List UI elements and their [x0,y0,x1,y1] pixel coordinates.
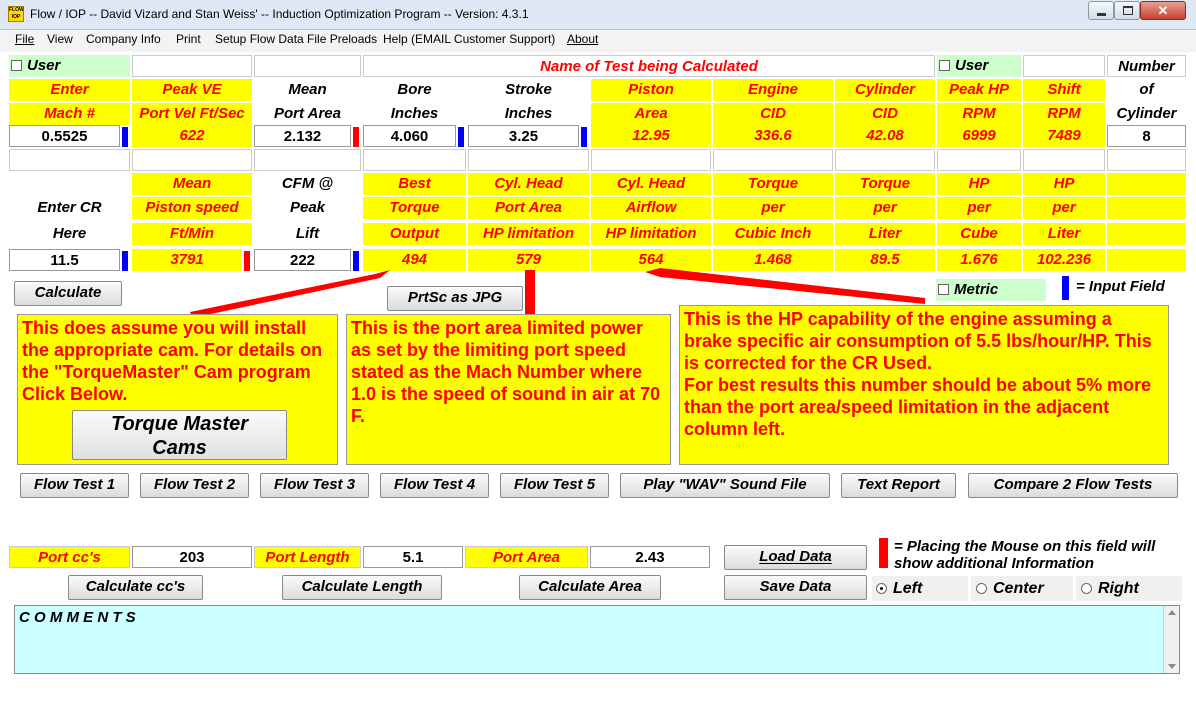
radio-icon [876,583,887,594]
text-report-button[interactable]: Text Report [841,473,956,498]
flow-test-5-button[interactable]: Flow Test 5 [500,473,609,498]
align-left-radio[interactable]: Left [872,576,968,601]
radio-icon [1081,583,1092,594]
calculate-button[interactable]: Calculate [14,281,122,306]
input-field-legend: = Input Field [1076,278,1165,295]
port-length-field[interactable]: 5.1 [363,546,463,568]
calculate-area-button[interactable]: Calculate Area [519,575,661,600]
align-left-label: Left [893,580,923,597]
save-data-button[interactable]: Save Data [724,575,867,600]
port-length-label: Port Length [254,546,361,568]
hp-note-text: This is the HP capability of the engine … [684,309,1152,439]
flow-test-3-button[interactable]: Flow Test 3 [260,473,369,498]
mouse-info-legend: = Placing the Mouse on this field will s… [894,538,1156,572]
torque-master-button[interactable]: Torque Master Cams [72,410,287,460]
align-center-radio[interactable]: Center [971,576,1073,601]
hp-note: This is the HP capability of the engine … [679,305,1169,465]
prtsc-button[interactable]: PrtSc as JPG [387,286,523,311]
port-note-text: This is the port area limited power as s… [351,318,661,426]
align-right-radio[interactable]: Right [1076,576,1182,601]
save-data-label: Save Data [759,578,832,595]
checkbox-icon [938,284,949,295]
calculate-length-button[interactable]: Calculate Length [282,575,442,600]
comments-label: C O M M E N T S [19,609,136,626]
flow-test-4-button[interactable]: Flow Test 4 [380,473,489,498]
mouse-info-swatch [879,538,888,568]
flow-test-2-button[interactable]: Flow Test 2 [140,473,249,498]
load-data-button[interactable]: Load Data [724,545,867,570]
play-wav-button[interactable]: Play "WAV" Sound File [620,473,830,498]
radio-icon [976,583,987,594]
comments-scrollbar[interactable] [1163,606,1179,673]
comments-area[interactable]: C O M M E N T S [14,605,1180,674]
metric-checkbox[interactable]: Metric [936,279,1046,301]
load-data-label: Load Data [759,548,832,565]
port-area-field[interactable]: 2.43 [590,546,710,568]
cam-note-text: This does assume you will install the ap… [22,318,323,404]
port-area-label: Port Area [465,546,588,568]
input-field-swatch [1062,276,1069,300]
compare-flow-tests-button[interactable]: Compare 2 Flow Tests [968,473,1178,498]
port-note: This is the port area limited power as s… [346,314,671,465]
port-cc-field[interactable]: 203 [132,546,252,568]
scroll-down-icon[interactable] [1168,664,1176,669]
calculate-cc-button[interactable]: Calculate cc's [68,575,203,600]
flow-test-1-button[interactable]: Flow Test 1 [20,473,129,498]
port-cc-label: Port cc's [9,546,130,568]
align-right-label: Right [1098,580,1139,597]
align-center-label: Center [993,580,1044,597]
metric-label: Metric [954,281,999,298]
scroll-up-icon[interactable] [1168,610,1176,615]
